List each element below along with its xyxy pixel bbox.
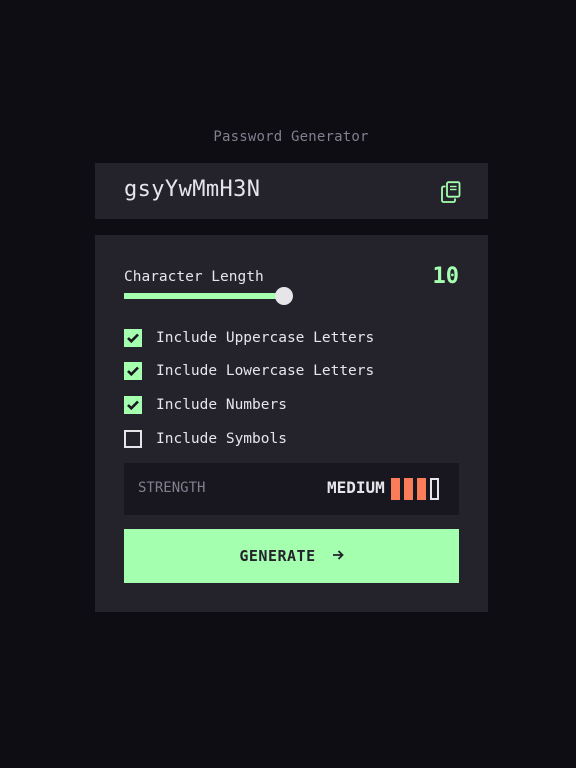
strength-bars	[391, 478, 439, 500]
copy-icon[interactable]	[441, 181, 461, 203]
check-icon	[127, 400, 139, 410]
slider-thumb[interactable]	[275, 287, 293, 305]
app-title: Password Generator	[213, 129, 369, 145]
strength-bar	[430, 478, 439, 500]
character-length-value: 10	[432, 264, 460, 289]
check-icon	[127, 366, 139, 376]
password-output: gsyYwMmH3N	[95, 163, 488, 219]
uppercase-checkbox[interactable]	[124, 329, 142, 347]
arrow-right-icon	[332, 547, 344, 565]
option-label: Include Lowercase Letters	[156, 363, 375, 379]
generate-label: GENERATE	[239, 547, 316, 565]
numbers-checkbox[interactable]	[124, 396, 142, 414]
character-length-slider[interactable]	[124, 287, 294, 307]
check-icon	[127, 333, 139, 343]
option-uppercase[interactable]: Include Uppercase Letters	[124, 328, 424, 348]
slider-track	[124, 293, 284, 299]
option-label: Include Uppercase Letters	[156, 330, 375, 346]
lowercase-checkbox[interactable]	[124, 362, 142, 380]
option-numbers[interactable]: Include Numbers	[124, 395, 424, 415]
character-length-label: Character Length	[124, 269, 264, 285]
settings-panel: Character Length 10 Include Uppercase Le…	[95, 235, 488, 612]
generate-button[interactable]: GENERATE	[124, 529, 459, 583]
symbols-checkbox[interactable]	[124, 430, 142, 448]
strength-meter: STRENGTH MEDIUM	[124, 463, 459, 515]
option-symbols[interactable]: Include Symbols	[124, 429, 424, 449]
option-label: Include Numbers	[156, 397, 287, 413]
strength-bar	[404, 478, 413, 500]
strength-value: MEDIUM	[327, 478, 385, 497]
strength-label: STRENGTH	[138, 480, 206, 496]
strength-bar	[417, 478, 426, 500]
option-lowercase[interactable]: Include Lowercase Letters	[124, 361, 424, 381]
strength-bar	[391, 478, 400, 500]
option-label: Include Symbols	[156, 431, 287, 447]
password-text: gsyYwMmH3N	[124, 177, 261, 202]
